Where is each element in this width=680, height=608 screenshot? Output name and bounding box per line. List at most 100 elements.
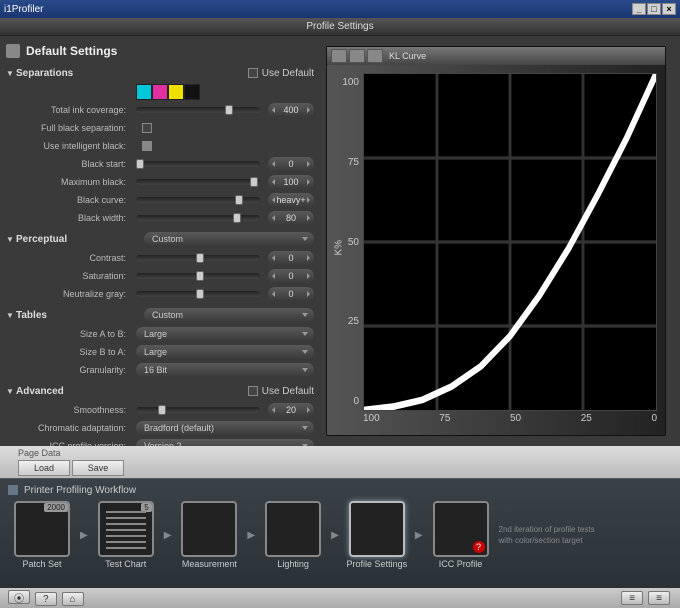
saturation-value[interactable]: 0 [268,269,314,283]
workflow-panel: Printer Profiling Workflow 2000Patch Set… [0,478,680,588]
y-tick: 25 [348,316,359,327]
workflow-title: Printer Profiling Workflow [24,485,136,496]
smoothness-value[interactable]: 20 [268,403,314,417]
chromatic-adaptation-dropdown[interactable]: Bradford (default) [136,421,314,435]
neutralize-gray-slider[interactable] [136,291,260,297]
use-default-separations-checkbox[interactable] [248,68,258,78]
footer-button-1[interactable]: ⦿ [8,590,30,604]
panel-header: Profile Settings [0,18,680,36]
maximize-button[interactable]: □ [647,3,661,15]
load-button[interactable]: Load [18,460,70,476]
help-button[interactable]: ? [35,592,57,606]
workflow-step-icc-profile[interactable]: ICC Profile [427,501,495,569]
chart-mode-2-icon[interactable] [349,49,365,63]
chevron-down-icon: ▼ [6,69,16,78]
smoothness-slider[interactable] [136,407,260,413]
cyan-swatch [136,84,152,100]
yellow-swatch [168,84,184,100]
app-title: i1Profiler [4,4,43,15]
workflow-annotation: 2nd iteration of profile tests with colo… [499,524,609,546]
minimize-button[interactable]: _ [632,3,646,15]
section-header-perceptual[interactable]: ▼ Perceptual Custom [6,230,314,248]
chevron-down-icon: ▼ [6,387,16,396]
chart-mode-1-icon[interactable] [331,49,347,63]
arrow-right-icon: ▶ [247,530,255,541]
black-swatch [184,84,200,100]
size-a-to-b-dropdown[interactable]: Large [136,327,314,341]
section-advanced: ▼ Advanced Use Default Smoothness:20 Chr… [6,382,314,446]
settings-panel: Default Settings ▼ Separations Use Defau… [0,36,320,446]
maximum-black-value[interactable]: 100 [268,175,314,189]
section-perceptual: ▼ Perceptual Custom Contrast:0 Saturatio… [6,230,314,302]
total-ink-coverage-value[interactable]: 400 [268,103,314,117]
chart-panel: KL Curve 100 75 50 25 0 K% [320,36,680,446]
black-curve-value[interactable]: heavy+ [268,193,314,207]
icc-profile-version-dropdown[interactable]: Version 2 [136,439,314,447]
maximum-black-slider[interactable] [136,179,260,185]
footer-button-4[interactable]: ≡ [621,591,643,605]
x-tick: 25 [581,413,592,427]
save-button[interactable]: Save [72,460,124,476]
workflow-step-patch-set[interactable]: 2000Patch Set [8,501,76,569]
section-tables: ▼ Tables Custom Size A to B:Large Size B… [6,306,314,378]
section-header-advanced[interactable]: ▼ Advanced Use Default [6,382,314,400]
plot-area [363,73,657,411]
footer-button-5[interactable]: ≡ [648,591,670,605]
printer-icon [8,485,18,495]
chart-tab-label: KL Curve [389,51,426,61]
black-start-value[interactable]: 0 [268,157,314,171]
use-intelligent-black-checkbox[interactable] [142,141,152,151]
workflow-step-profile-settings[interactable]: Profile Settings [343,501,411,569]
title-bar: i1Profiler _ □ × [0,0,680,18]
ink-swatches [136,84,200,100]
y-tick: 75 [348,157,359,168]
full-black-separation-checkbox[interactable] [142,123,152,133]
x-tick: 50 [510,413,521,427]
chart-mode-3-icon[interactable] [367,49,383,63]
workflow-step-measurement[interactable]: Measurement [175,501,243,569]
x-tick: 0 [651,413,657,427]
x-axis: 100 75 50 25 0 [363,411,657,427]
page-data-label: Page Data [18,448,662,458]
y-tick: 0 [353,396,359,407]
y-axis: 100 75 50 25 0 K% [335,73,363,427]
arrow-right-icon: ▶ [331,530,339,541]
settings-icon [6,44,20,58]
contrast-slider[interactable] [136,255,260,261]
perceptual-preset-dropdown[interactable]: Custom [144,232,314,246]
total-ink-coverage-slider[interactable] [136,107,260,113]
section-header-tables[interactable]: ▼ Tables Custom [6,306,314,324]
size-b-to-a-dropdown[interactable]: Large [136,345,314,359]
y-axis-label: K% [333,240,344,256]
y-tick: 50 [348,237,359,248]
arrow-right-icon: ▶ [80,530,88,541]
page-data-bar: Page Data Load Save [0,446,680,478]
black-start-slider[interactable] [136,161,260,167]
footer-bar: ⦿ ? ⌂ ≡ ≡ [0,588,680,608]
section-separations: ▼ Separations Use Default Total ink cove… [6,64,314,226]
window-buttons: _ □ × [632,3,676,15]
x-tick: 100 [363,413,380,427]
section-header-separations[interactable]: ▼ Separations Use Default [6,64,314,82]
arrow-right-icon: ▶ [164,530,172,541]
workflow-step-lighting[interactable]: Lighting [259,501,327,569]
chart-tab-bar: KL Curve [327,47,665,65]
close-button[interactable]: × [662,3,676,15]
workflow-step-test-chart[interactable]: 5Test Chart [92,501,160,569]
y-tick: 100 [342,77,359,88]
neutralize-gray-value[interactable]: 0 [268,287,314,301]
granularity-dropdown[interactable]: 16 Bit [136,363,314,377]
tables-preset-dropdown[interactable]: Custom [144,308,314,322]
black-width-slider[interactable] [136,215,260,221]
page-title: Default Settings [26,44,117,58]
black-width-value[interactable]: 80 [268,211,314,225]
contrast-value[interactable]: 0 [268,251,314,265]
home-button[interactable]: ⌂ [62,592,84,606]
magenta-swatch [152,84,168,100]
chevron-down-icon: ▼ [6,235,16,244]
chevron-down-icon: ▼ [6,311,16,320]
black-curve-slider[interactable] [136,197,260,203]
saturation-slider[interactable] [136,273,260,279]
use-default-advanced-checkbox[interactable] [248,386,258,396]
x-tick: 75 [439,413,450,427]
